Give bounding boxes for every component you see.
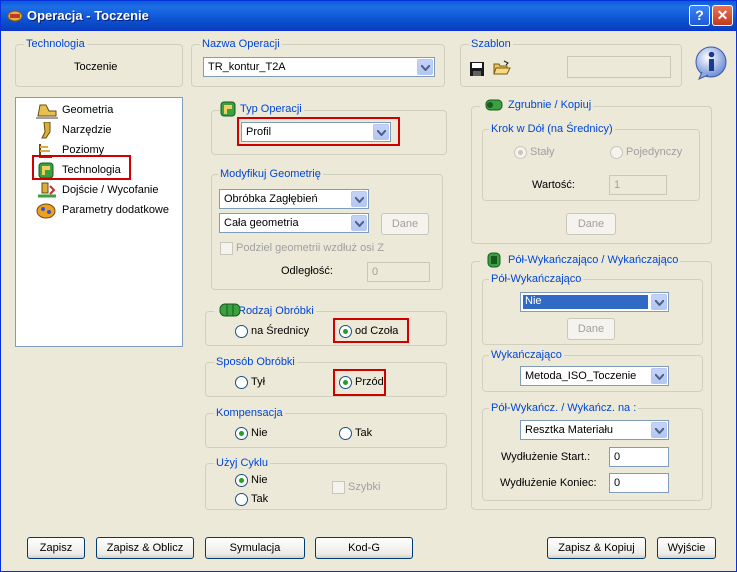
szablon-legend: Szablon bbox=[469, 38, 513, 50]
close-button[interactable]: ✕ bbox=[712, 5, 733, 26]
technologia-legend: Technologia bbox=[24, 38, 87, 50]
zapisz-button[interactable]: Zapisz bbox=[27, 537, 85, 559]
nazwa-operacji-value: TR_kontur_T2A bbox=[208, 61, 286, 73]
info-icon[interactable] bbox=[694, 46, 728, 80]
modyfikuj-group: Modyfikuj Geometrię Obróbka Zagłębień Ca… bbox=[211, 168, 443, 290]
tree-item-parametry[interactable]: Parametry dodatkowe bbox=[36, 201, 184, 219]
tree-item-geometria[interactable]: Geometria bbox=[36, 101, 176, 119]
polwyk-icon bbox=[487, 252, 501, 268]
tree-item-narzedzie[interactable]: Narzędzie bbox=[36, 121, 176, 139]
pol-legend: Pół-Wykańczająco bbox=[489, 273, 584, 285]
modyfikuj-combo-1[interactable]: Obróbka Zagłębień bbox=[219, 189, 369, 209]
highlight-technologia bbox=[32, 155, 131, 180]
sposob-group: Sposób Obróbki Tył Przód bbox=[205, 356, 447, 397]
podziel-label: Podziel geometrii wzdłuż osi Z bbox=[236, 242, 384, 254]
kompensacja-group: Kompensacja Nie Tak bbox=[205, 407, 447, 448]
highlight-typ-operacji bbox=[237, 117, 400, 146]
na-legend: Pół-Wykańcz. / Wykańcz. na : bbox=[489, 402, 639, 414]
szybki-label: Szybki bbox=[348, 481, 381, 493]
approach-icon bbox=[38, 182, 56, 198]
cykl-radio-nie[interactable] bbox=[235, 474, 248, 487]
odleglosc-field[interactable]: 0 bbox=[367, 262, 430, 282]
kompensacja-legend: Kompensacja bbox=[214, 407, 285, 419]
symulacja-button[interactable]: Symulacja bbox=[205, 537, 305, 559]
help-button[interactable]: ? bbox=[689, 5, 710, 26]
pol-value: Nie bbox=[523, 295, 648, 309]
polwyk-legend: Pół-Wykańczająco / Wykańczająco bbox=[480, 254, 681, 266]
highlight-od-czola bbox=[333, 318, 409, 343]
geometry-icon bbox=[36, 104, 58, 119]
szablon-field bbox=[567, 56, 671, 78]
nazwa-operacji-legend: Nazwa Operacji bbox=[200, 38, 282, 50]
typ-operacji-icon bbox=[220, 101, 236, 117]
tree-item-dojscie[interactable]: Dojście / Wycofanie bbox=[36, 181, 176, 199]
pol-group: Pół-Wykańczająco Nie Dane bbox=[482, 273, 703, 345]
koniec-label: Wydłużenie Koniec: bbox=[500, 477, 597, 489]
sposob-radio-tyl[interactable] bbox=[235, 376, 248, 389]
params-icon bbox=[36, 203, 56, 219]
pol-combo[interactable]: Nie bbox=[520, 292, 669, 312]
zgrubnie-icon bbox=[485, 99, 503, 111]
zgrubnie-dane-button[interactable]: Dane bbox=[566, 213, 616, 235]
modyfikuj-dane-button[interactable]: Dane bbox=[381, 213, 429, 235]
navigation-tree: Geometria Narzędzie Poziomy Technologia … bbox=[15, 97, 183, 347]
highlight-przod bbox=[333, 369, 386, 396]
sposob-legend: Sposób Obróbki bbox=[214, 356, 297, 368]
rodzaj-group: Rodzaj Obróbki na Średnicy od Czoła bbox=[205, 305, 447, 346]
krok-radio-pojedynczy[interactable] bbox=[610, 146, 623, 159]
uzyj-cyklu-legend: Użyj Cyklu bbox=[214, 457, 270, 469]
wartosc-field[interactable]: 1 bbox=[609, 175, 667, 195]
wyjscie-button[interactable]: Wyjście bbox=[657, 537, 716, 559]
open-folder-icon[interactable] bbox=[493, 60, 511, 76]
technologia-group: Technologia Toczenie bbox=[15, 38, 183, 87]
kod-g-button[interactable]: Kod-G bbox=[315, 537, 413, 559]
kompensacja-radio-nie[interactable] bbox=[235, 427, 248, 440]
chevron-down-icon[interactable] bbox=[417, 59, 433, 75]
podziel-checkbox[interactable] bbox=[220, 242, 233, 255]
zapisz-kopiuj-button[interactable]: Zapisz & Kopiuj bbox=[547, 537, 646, 559]
polwyk-group: Pół-Wykańczająco / Wykańczająco Pół-Wyka… bbox=[471, 254, 712, 510]
wyk-value: Metoda_ISO_Toczenie bbox=[525, 370, 637, 382]
krok-radio-staly[interactable] bbox=[514, 146, 527, 159]
chevron-down-icon[interactable] bbox=[351, 215, 367, 231]
window-title: Operacja - Toczenie bbox=[27, 8, 149, 23]
wartosc-label: Wartość: bbox=[532, 179, 575, 191]
krok-group: Krok w Dół (na Średnicy) Stały Pojedyncz… bbox=[482, 123, 700, 201]
na-group: Pół-Wykańcz. / Wykańcz. na : Resztka Mat… bbox=[482, 402, 703, 501]
wyk-combo[interactable]: Metoda_ISO_Toczenie bbox=[520, 366, 669, 386]
nazwa-operacji-combo[interactable]: TR_kontur_T2A bbox=[203, 57, 435, 77]
title-bar[interactable]: Operacja - Toczenie ? ✕ bbox=[1, 1, 736, 31]
chevron-down-icon[interactable] bbox=[351, 191, 367, 207]
chevron-down-icon[interactable] bbox=[651, 368, 667, 384]
chevron-down-icon[interactable] bbox=[651, 422, 667, 438]
modyfikuj-combo-2[interactable]: Cała geometria bbox=[219, 213, 369, 233]
app-icon bbox=[7, 10, 23, 22]
wyk-legend: Wykańczająco bbox=[489, 349, 564, 361]
rodzaj-radio-srednicy[interactable] bbox=[235, 325, 248, 338]
zapisz-oblicz-button[interactable]: Zapisz & Oblicz bbox=[96, 537, 194, 559]
tool-icon bbox=[41, 122, 51, 139]
cykl-radio-tak[interactable] bbox=[235, 493, 248, 506]
pol-dane-button[interactable]: Dane bbox=[567, 318, 615, 340]
kompensacja-radio-tak[interactable] bbox=[339, 427, 352, 440]
dialog-window: Operacja - Toczenie ? ✕ Technologia Tocz… bbox=[0, 0, 737, 572]
save-icon[interactable] bbox=[469, 61, 485, 77]
szybki-checkbox[interactable] bbox=[332, 481, 345, 494]
wyk-group: Wykańczająco Metoda_ISO_Toczenie bbox=[482, 349, 703, 392]
zgrubnie-group: Zgrubnie / Kopiuj Krok w Dół (na Średnic… bbox=[471, 99, 712, 244]
rodzaj-icon bbox=[219, 303, 241, 317]
odleglosc-label: Odległość: bbox=[281, 265, 333, 277]
nazwa-operacji-group: Nazwa Operacji TR_kontur_T2A bbox=[191, 38, 445, 87]
start-label: Wydłużenie Start.: bbox=[501, 451, 591, 463]
koniec-field[interactable]: 0 bbox=[609, 473, 669, 493]
na-combo[interactable]: Resztka Materiału bbox=[520, 420, 669, 440]
uzyj-cyklu-group: Użyj Cyklu Nie Tak Szybki bbox=[205, 457, 447, 510]
na-value: Resztka Materiału bbox=[525, 424, 614, 436]
krok-legend: Krok w Dół (na Średnicy) bbox=[489, 123, 615, 135]
technologia-value: Toczenie bbox=[74, 61, 118, 73]
chevron-down-icon[interactable] bbox=[651, 294, 667, 310]
szablon-group: Szablon bbox=[460, 38, 682, 87]
modyfikuj-legend: Modyfikuj Geometrię bbox=[218, 168, 323, 180]
start-field[interactable]: 0 bbox=[609, 447, 669, 467]
